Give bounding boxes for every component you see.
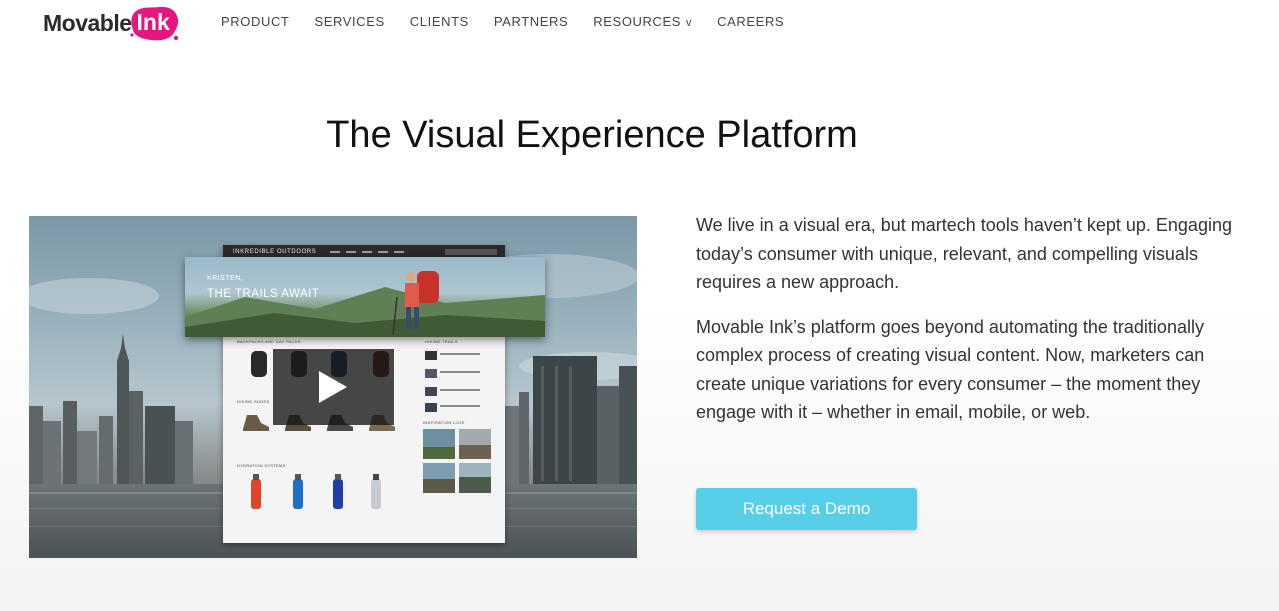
inspiration-photos [423,429,491,493]
nav-item-clients[interactable]: CLIENTS [410,14,469,29]
request-demo-button[interactable]: Request a Demo [696,488,917,530]
mock-site-search [445,248,497,255]
nav-item-services[interactable]: SERVICES [314,14,384,29]
water-bottle-products [251,474,381,509]
mock-site-brand: INKREDIBLE OUTDOORS [233,248,317,255]
intro-paragraph: We live in a visual era, but martech too… [696,215,1232,292]
play-button[interactable] [273,349,394,425]
chevron-down-icon: v [686,17,693,29]
mock-hero-greeting: KRISTEN, [207,275,244,282]
intro-copy: We live in a visual era, but martech too… [696,211,1256,443]
play-icon [319,371,347,403]
main-nav: PRODUCT SERVICES CLIENTS PARTNERS RESOUR… [221,14,809,29]
logo-wordmark-movable: Movable [43,9,132,36]
nav-item-resources[interactable]: RESOURCES v [593,14,692,29]
page-title: The Visual Experience Platform [326,114,858,156]
mock-section-label: HIKING SHOES [237,399,270,404]
logo-ink-text: Ink [136,8,170,35]
mock-section-label: BACKPACKS AND DAY PACKS [237,339,301,344]
mock-hero-tagline: THE TRAILS AWAIT [207,288,320,300]
nav-item-resources-label: RESOURCES [593,14,682,29]
mock-section-label: INSPIRATION LOVE [423,420,465,425]
movable-ink-logo[interactable]: Movable Ink [43,6,178,40]
mock-section-label: HIKING TRAILS [425,339,458,344]
product-video[interactable]: INKREDIBLE OUTDOORS BACKPACKS AND DAY PA… [29,216,637,558]
nav-item-partners[interactable]: PARTNERS [494,14,568,29]
site-header: Movable Ink PRODUCT SERVICES CLIENTS PAR… [0,0,1279,46]
logo-wordmark-ink: Ink [129,6,178,40]
mock-site-menu [330,250,410,253]
mock-personalized-hero-banner: KRISTEN, THE TRAILS AWAIT [185,257,545,337]
nav-item-careers[interactable]: CAREERS [717,14,784,29]
platform-paragraph: Movable Ink’s platform goes beyond autom… [696,316,1205,423]
nav-item-product[interactable]: PRODUCT [221,14,289,29]
mock-section-label: HYDRATION SYSTEMS [237,463,286,468]
trail-list-thumbnails [425,351,480,412]
